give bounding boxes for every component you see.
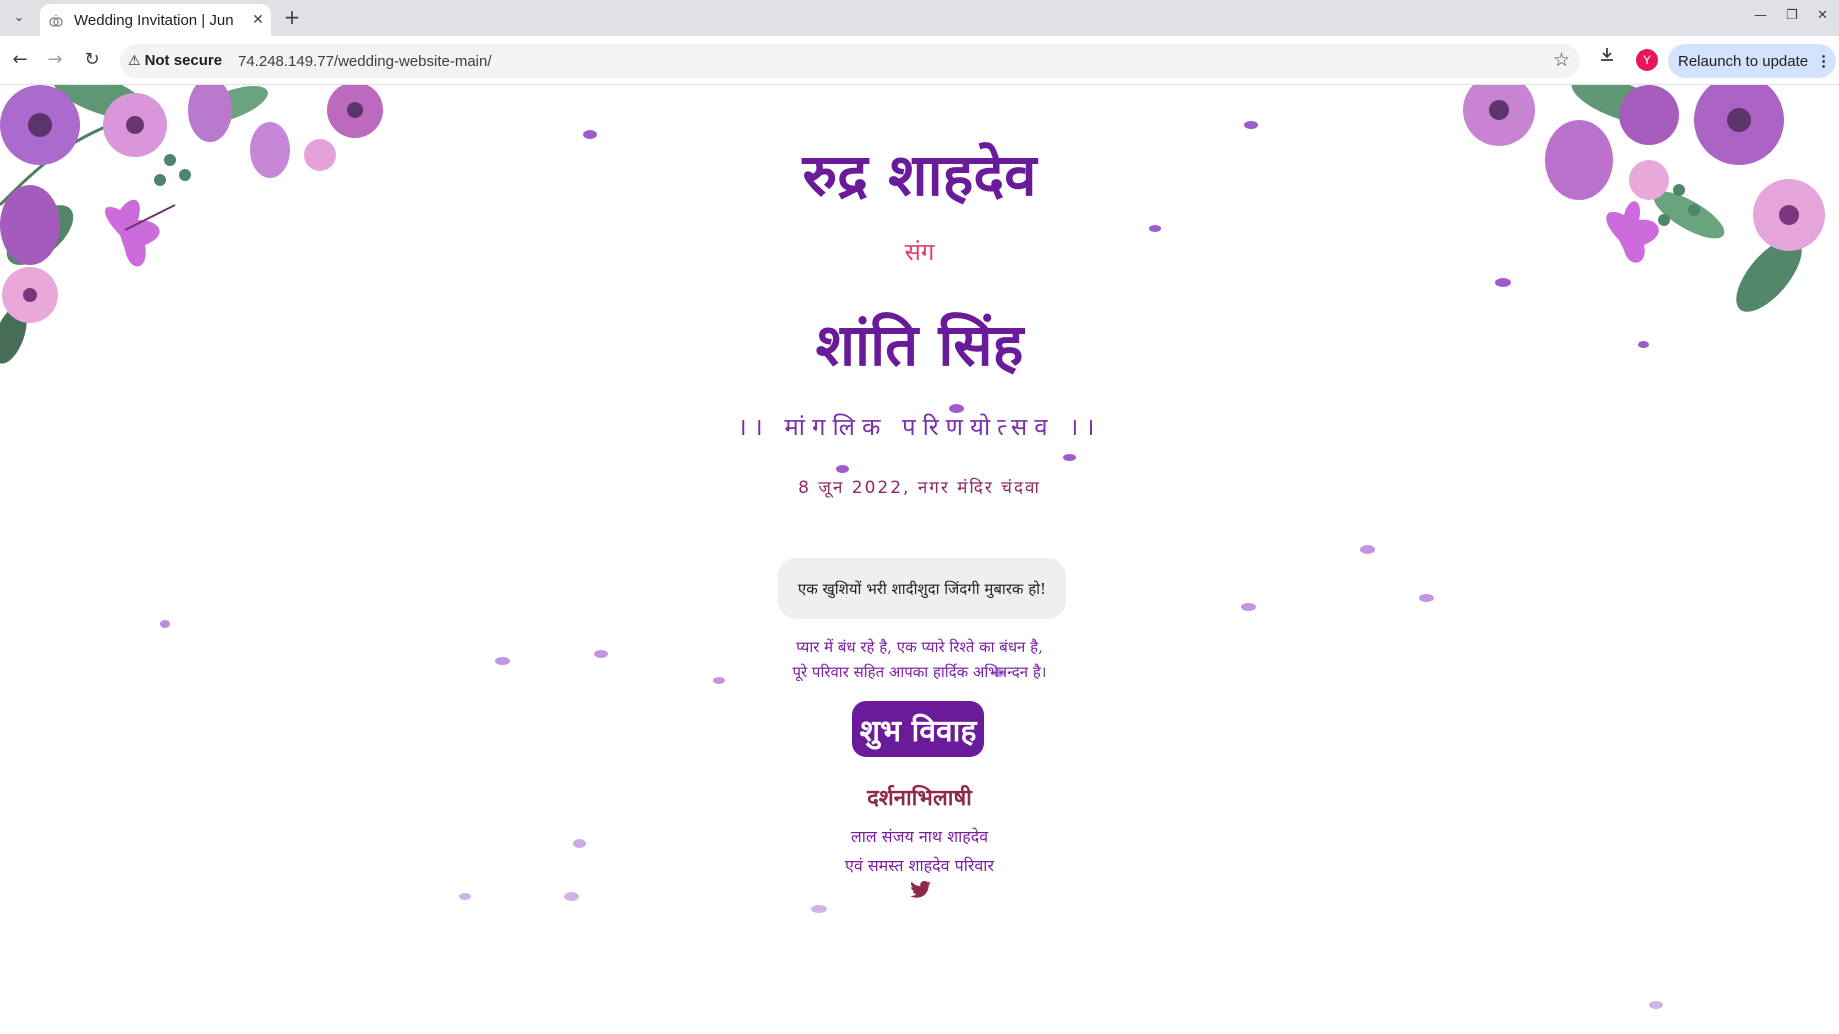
petal-decoration <box>1149 225 1161 232</box>
address-bar[interactable]: ⚠ Not secure 74.248.149.77/wedding-websi… <box>120 44 1580 78</box>
tab-strip: ⌄ Wedding Invitation | Jun ✕ + — ❐ ✕ <box>0 0 1839 36</box>
close-tab-icon[interactable]: ✕ <box>250 12 266 28</box>
restore-icon[interactable]: ❐ <box>1786 8 1798 23</box>
petal-decoration <box>1063 454 1076 461</box>
connector-text: संग <box>904 238 935 266</box>
star-icon[interactable]: ☆ <box>1553 49 1570 71</box>
browser-toolbar: ← → ↻ ⚠ Not secure 74.248.149.77/wedding… <box>0 36 1839 85</box>
new-tab-button[interactable]: + <box>281 6 303 28</box>
tab-title: Wedding Invitation | Jun <box>74 11 234 29</box>
more-menu-icon[interactable]: ⋮ <box>1816 52 1831 70</box>
darshanabhilashi-heading: दर्शनाभिलाषी <box>867 785 972 811</box>
active-tab[interactable]: Wedding Invitation | Jun ✕ <box>40 4 271 36</box>
groom-name: रुद्र शाहदेव <box>802 141 1037 209</box>
date-venue: 8 जून 2022, नगर मंदिर चंदवा <box>798 478 1041 498</box>
relaunch-label: Relaunch to update <box>1678 52 1809 70</box>
petal-decoration <box>1360 545 1375 554</box>
security-indicator[interactable]: ⚠ Not secure <box>128 52 222 69</box>
tab-search-icon[interactable]: ⌄ <box>8 6 30 28</box>
close-window-icon[interactable]: ✕ <box>1817 8 1828 23</box>
petal-decoration <box>1244 121 1258 129</box>
download-icon[interactable] <box>1598 46 1616 69</box>
petal-decoration <box>1419 594 1434 602</box>
profile-avatar[interactable]: Y <box>1636 49 1658 71</box>
verse-line-2: पूरे परिवार सहित आपका हार्दिक अभिनन्दन ह… <box>792 663 1047 681</box>
forward-icon[interactable]: → <box>43 48 67 72</box>
family-line-1: लाल संजय नाथ शाहदेव <box>850 827 989 846</box>
relaunch-button[interactable]: Relaunch to update ⋮ <box>1668 44 1836 78</box>
family-line-2: एवं समस्त शाहदेव परिवार <box>844 856 994 875</box>
petal-decoration <box>811 905 827 913</box>
page-viewport: रुद्र शाहदेव संग शांति सिंह ।। मांगलिक प… <box>0 85 1839 1034</box>
bird-icon[interactable] <box>910 881 932 899</box>
wish-message: एक खुशियों भरी शादीशुदा जिंदगी मुबारक हो… <box>797 579 1047 598</box>
shubh-vivah-button[interactable]: शुभ विवाह <box>852 701 984 757</box>
wish-message-box: एक खुशियों भरी शादीशुदा जिंदगी मुबारक हो… <box>778 558 1066 619</box>
warning-icon: ⚠ <box>128 52 141 68</box>
petal-decoration <box>160 620 170 628</box>
petal-decoration <box>564 892 579 901</box>
petal-decoration <box>1649 1001 1663 1009</box>
security-label: Not secure <box>144 52 223 69</box>
rings-favicon-icon <box>48 12 64 28</box>
url-text[interactable]: 74.248.149.77/wedding-website-main/ <box>238 53 492 70</box>
minimize-icon[interactable]: — <box>1754 8 1767 23</box>
petal-decoration <box>459 893 471 900</box>
back-icon[interactable]: ← <box>8 48 32 72</box>
verse-line-1: प्यार में बंध रहे है, एक प्यारे रिश्ते क… <box>796 638 1043 656</box>
reload-icon[interactable]: ↻ <box>80 48 104 72</box>
petal-decoration <box>1241 603 1256 611</box>
bride-name: शांति सिंह <box>815 311 1024 379</box>
petal-decoration <box>1495 278 1511 287</box>
petal-decoration <box>836 465 849 473</box>
occasion-heading: ।। मांगलिक परिणयोत्सव ।। <box>737 413 1102 441</box>
